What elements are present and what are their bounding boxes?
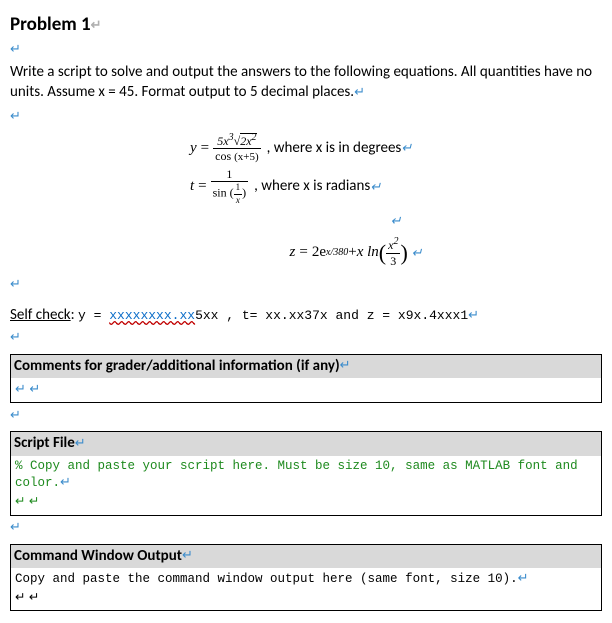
equals-icon: = (198, 175, 206, 198)
title-text: Problem 1 (10, 13, 91, 36)
superscript: x/380 (326, 245, 348, 260)
header-text: Command Window Output (14, 547, 182, 565)
eq-lhs: t (190, 175, 194, 198)
inner-num: 1 (234, 183, 243, 194)
pilcrow-icon: ↵ (340, 357, 351, 375)
script-body: % Copy and paste your script here. Must … (15, 458, 597, 493)
pilcrow-icon: ↵ (29, 590, 39, 607)
mono-text: y = (78, 308, 109, 323)
cmd-text: Copy and paste the command window output… (15, 572, 518, 586)
command-output-box: Command Window Output↵ Copy and paste th… (10, 544, 602, 611)
pilcrow-icon: ↵ (370, 177, 381, 197)
problem-title: Problem 1↵ (10, 12, 602, 38)
pilcrow-icon: ↵ (10, 519, 21, 537)
equation-block: y = 5x3√2x2 cos (x+5) , where x is in de… (190, 133, 602, 269)
equation-note: , where x is in degrees (267, 137, 402, 160)
header-text: Script File (14, 434, 75, 452)
pilcrow-icon: ↵ (10, 276, 21, 294)
pilcrow-icon: ↵ (182, 547, 193, 565)
frac-num: 1 (211, 168, 249, 183)
pilcrow-icon: ↵ (29, 494, 39, 511)
frac-num-part: 5x (217, 134, 228, 148)
pilcrow-icon: ↵ (354, 84, 365, 102)
intro-text: Write a script to solve and output the a… (10, 63, 592, 101)
equals-icon: = (299, 241, 307, 264)
comments-header: Comments for grader/additional informati… (11, 355, 601, 378)
pilcrow-icon: ↵ (10, 41, 21, 59)
term: x ln (357, 241, 379, 264)
inner-den: x (234, 195, 243, 205)
function-name: cos (215, 149, 231, 163)
mono-text: 5xx , t= xx.xx37x and z = x9x.4xxx1 (195, 308, 468, 323)
command-output-body: Copy and paste the command window output… (15, 570, 597, 588)
self-check-line: Self check: y = xxxxxxxx.xx5xx , t= xx.x… (10, 305, 602, 325)
header-text: Comments for grader/additional informati… (14, 357, 340, 375)
underlined-value: xxxxxxxx.xx (109, 308, 195, 323)
matlab-comment: % Copy and paste your script here. Must … (15, 459, 578, 491)
pilcrow-icon: ↵ (29, 381, 40, 399)
intro-paragraph: Write a script to solve and output the a… (10, 62, 602, 103)
function-name: sin (213, 186, 227, 200)
pilcrow-icon: ↵ (10, 108, 21, 126)
self-check-label: Self check (10, 306, 71, 324)
command-output-header: Command Window Output↵ (11, 545, 601, 568)
term: 2e (312, 241, 326, 264)
pilcrow-icon: ↵ (10, 407, 21, 425)
pilcrow-icon: ↵ (15, 381, 26, 399)
pilcrow-icon: ↵ (91, 17, 102, 35)
equation-note: , where x is radians (254, 175, 370, 198)
function-arg: (x+5) (234, 151, 259, 163)
colon: : (71, 306, 78, 324)
comments-box: Comments for grader/additional informati… (10, 354, 602, 404)
script-file-header: Script File↵ (11, 432, 601, 455)
pilcrow-icon: ↵ (75, 435, 86, 453)
self-check-expr: y = xxxxxxxx.xx5xx , t= xx.xx37x and z =… (78, 308, 468, 323)
sqrt-radicand: 2x (240, 134, 251, 148)
pilcrow-icon: ↵ (10, 329, 21, 347)
fraction: 5x3√2x2 cos (x+5) (213, 133, 261, 164)
eq-lhs: z (290, 241, 296, 264)
equation-y: y = 5x3√2x2 cos (x+5) , where x is in de… (190, 133, 602, 164)
equals-icon: = (201, 137, 209, 160)
pilcrow-icon: ↵ (15, 494, 25, 511)
pilcrow-icon: ↵ (15, 590, 25, 607)
superscript: 2 (393, 236, 398, 247)
pilcrow-icon: ↵ (60, 474, 71, 492)
inner-den: 3 (386, 254, 400, 268)
pilcrow-icon: ↵ (401, 138, 412, 158)
pilcrow-icon: ↵ (468, 307, 479, 325)
fraction: 1 sin (1x) (211, 168, 249, 205)
equation-t: t = 1 sin (1x) , where x is radians↵ (190, 168, 602, 205)
pilcrow-icon: ↵ (412, 243, 423, 263)
eq-lhs: y (190, 137, 197, 160)
superscript: 2 (252, 132, 257, 143)
plus-icon: + (348, 241, 356, 264)
pilcrow-icon: ↵ (391, 211, 402, 231)
script-file-box: Script File↵ % Copy and paste your scrip… (10, 431, 602, 515)
equation-z: z = 2ex/380 + x ln(x23) ↵ (110, 236, 602, 269)
pilcrow-icon: ↵ (518, 570, 529, 588)
